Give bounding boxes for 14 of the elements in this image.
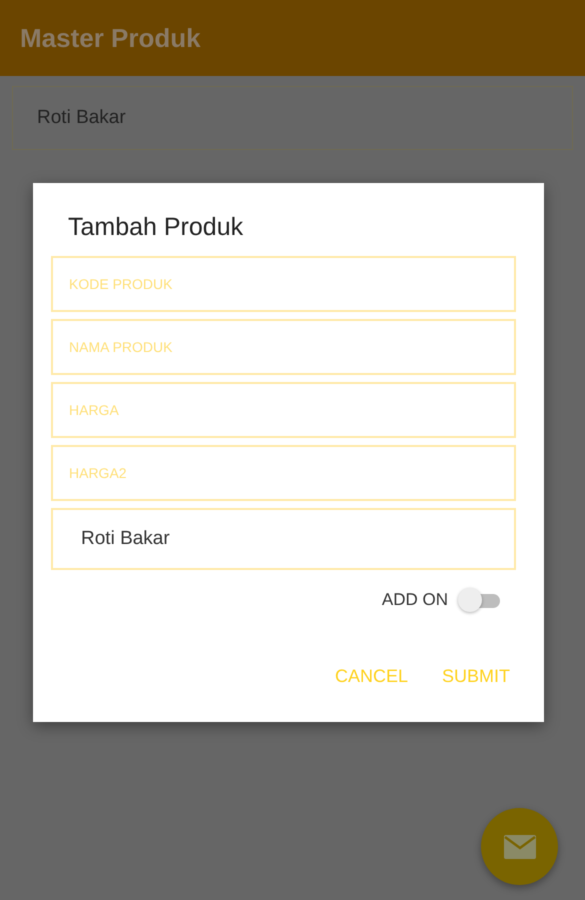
input-field[interactable]: HARGA bbox=[51, 382, 516, 438]
input-field[interactable]: NAMA PRODUK bbox=[51, 319, 516, 375]
toggle-switch[interactable] bbox=[458, 588, 502, 612]
product-name: Roti Bakar bbox=[37, 107, 126, 129]
toggle-label: ADD ON bbox=[382, 590, 448, 610]
submit-button[interactable]: SUBMIT bbox=[442, 662, 510, 691]
input-field[interactable]: Roti Bakar bbox=[51, 508, 516, 570]
input-field[interactable]: HARGA2 bbox=[51, 445, 516, 501]
list-item[interactable]: Roti Bakar bbox=[12, 86, 573, 150]
input-field[interactable]: KODE PRODUK bbox=[51, 256, 516, 312]
app-title: Master Produk bbox=[20, 22, 201, 54]
cancel-button[interactable]: CANCEL bbox=[334, 662, 408, 691]
dialog-title: Tambah Produk bbox=[68, 213, 244, 242]
envelope-icon bbox=[502, 834, 536, 860]
